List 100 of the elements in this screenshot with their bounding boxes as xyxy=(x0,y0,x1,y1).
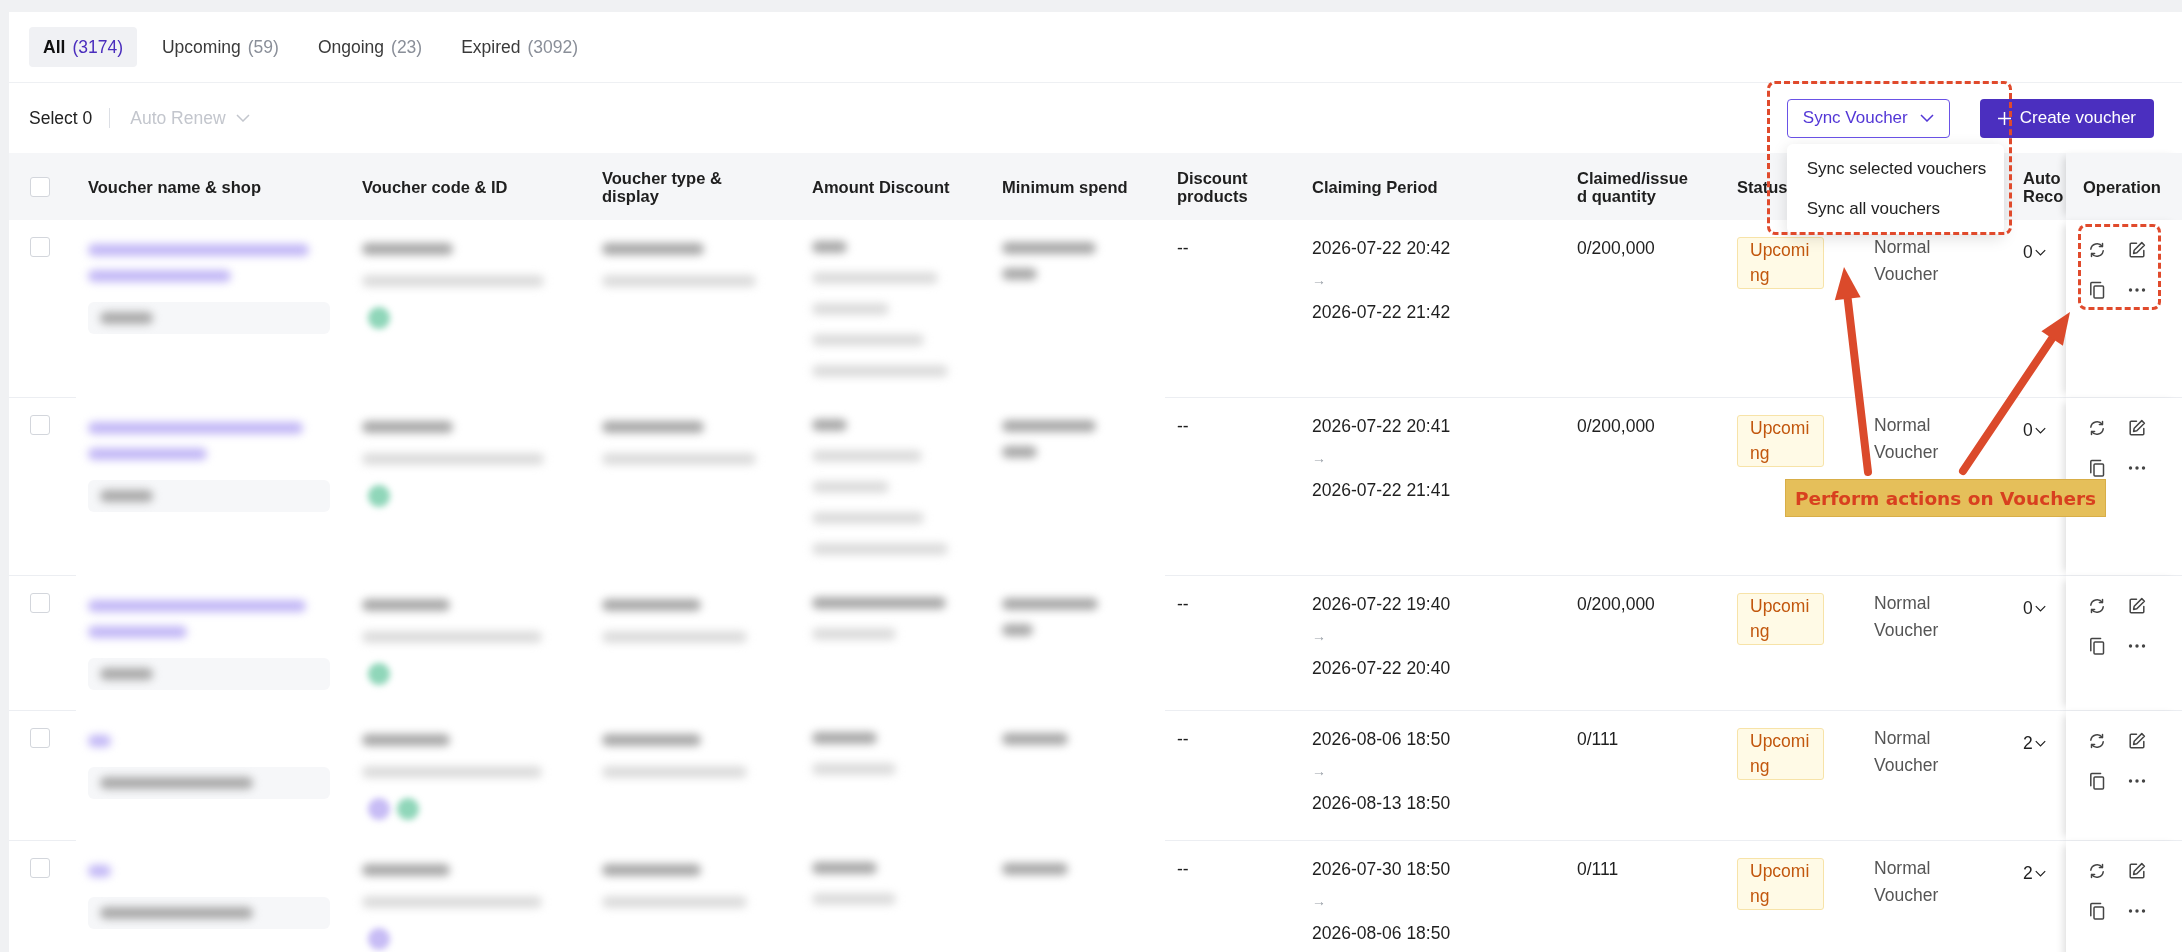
blurred-text xyxy=(100,490,153,502)
auto-renew-select[interactable]: 0 xyxy=(2023,414,2046,446)
sync-icon[interactable] xyxy=(2087,596,2107,616)
checkbox[interactable] xyxy=(30,415,50,435)
chevron-down-icon xyxy=(2034,604,2046,612)
column-header: Voucher name & shop xyxy=(88,177,261,196)
claim-start-time: 2026-07-22 20:42 xyxy=(1312,237,1451,260)
checkbox[interactable] xyxy=(30,858,50,878)
blurred-text xyxy=(812,862,877,874)
blurred-text xyxy=(812,732,877,744)
chevron-down-icon xyxy=(2034,869,2046,877)
claim-start-time: 2026-08-06 18:50 xyxy=(1312,728,1451,751)
voucher-type-text: Normal Voucher xyxy=(1874,857,1940,907)
sync-icon[interactable] xyxy=(2087,861,2107,881)
claimed-quantity: 0/111 xyxy=(1577,729,1619,749)
tab[interactable]: Expired (3092) xyxy=(447,27,593,67)
edit-icon[interactable] xyxy=(2127,861,2147,881)
chevron-down-icon xyxy=(2034,739,2046,747)
auto-renew-select[interactable]: 0 xyxy=(2023,592,2046,624)
voucher-type-text: Normal Voucher xyxy=(1874,727,1940,777)
copy-icon[interactable] xyxy=(2087,901,2107,921)
discount-products-value: -- xyxy=(1177,859,1189,879)
claim-end-time: 2026-08-13 18:50 xyxy=(1312,792,1451,815)
period-arrow: → xyxy=(1312,449,1326,468)
auto-renew-select[interactable]: 0 xyxy=(2023,236,2046,268)
copy-icon[interactable] xyxy=(2087,771,2107,791)
plus-icon xyxy=(1997,111,2011,125)
claim-end-time: 2026-07-22 21:42 xyxy=(1312,301,1451,324)
menu-item[interactable]: Sync selected vouchers xyxy=(1786,148,2004,189)
status-badge: Upcoming xyxy=(1737,415,1824,467)
blurred-text xyxy=(812,419,847,431)
blurred-dot-icon xyxy=(368,663,390,685)
column-header: Voucher code & ID xyxy=(362,177,508,196)
sync-voucher-button[interactable]: Sync Voucher xyxy=(1786,98,1950,138)
blurred-text xyxy=(100,668,153,680)
blurred-text xyxy=(1002,863,1068,875)
selection-count: Select 0 xyxy=(29,107,93,129)
create-voucher-button[interactable]: Create voucher xyxy=(1979,98,2154,138)
voucher-type-text: Normal Voucher xyxy=(1874,592,1940,642)
claim-start-time: 2026-07-22 19:40 xyxy=(1312,593,1451,616)
tab[interactable]: All (3174) xyxy=(29,27,137,67)
discount-products-value: -- xyxy=(1177,416,1189,436)
copy-icon[interactable] xyxy=(2087,458,2107,478)
chevron-down-icon xyxy=(2034,248,2046,256)
column-header: Minimum spend xyxy=(1002,177,1128,196)
status-badge: Upcoming xyxy=(1737,593,1824,645)
chevron-down-icon xyxy=(235,114,250,122)
copy-icon[interactable] xyxy=(2087,280,2107,300)
edit-icon[interactable] xyxy=(2127,418,2147,438)
discount-products-value: -- xyxy=(1177,729,1189,749)
sync-icon[interactable] xyxy=(2087,418,2107,438)
sync-icon[interactable] xyxy=(2087,240,2107,260)
auto-renew-select[interactable]: 2 xyxy=(2023,727,2046,759)
copy-icon[interactable] xyxy=(2087,636,2107,656)
tab[interactable]: Ongoing (23) xyxy=(303,27,437,67)
period-arrow: → xyxy=(1312,892,1326,911)
edit-icon[interactable] xyxy=(2127,731,2147,751)
claim-end-time: 2026-07-22 20:40 xyxy=(1312,657,1451,680)
blurred-text xyxy=(1002,733,1068,745)
status-badge: Upcoming xyxy=(1737,858,1824,910)
voucher-type-text: Normal Voucher xyxy=(1874,414,1940,464)
auto-renew-select[interactable]: 2 xyxy=(2023,857,2046,889)
column-header: Amount Discount xyxy=(812,177,950,196)
column-header: Status xyxy=(1737,177,1788,196)
blurred-dot-icon xyxy=(368,798,390,820)
voucher-type-text: Normal Voucher xyxy=(1874,236,1940,286)
blurred-text xyxy=(1002,268,1037,280)
column-header: Voucher type & display xyxy=(602,168,723,205)
checkbox[interactable] xyxy=(30,728,50,748)
annotation-label: Perform actions on Vouchers xyxy=(1785,479,2106,517)
blurred-text xyxy=(88,735,111,747)
blurred-text xyxy=(1002,446,1037,458)
tab[interactable]: Upcoming (59) xyxy=(147,27,293,67)
status-badge: Upcoming xyxy=(1737,728,1824,780)
blurred-text xyxy=(100,312,153,324)
checkbox[interactable] xyxy=(30,176,50,197)
blurred-dot-icon xyxy=(368,307,390,329)
blurred-text xyxy=(812,241,847,253)
claimed-quantity: 0/111 xyxy=(1577,859,1619,879)
menu-item[interactable]: Sync all vouchers xyxy=(1786,188,2004,229)
blurred-text xyxy=(1002,624,1033,636)
period-arrow: → xyxy=(1312,762,1326,781)
period-arrow: → xyxy=(1312,271,1326,290)
edit-icon[interactable] xyxy=(2127,596,2147,616)
status-badge: Upcoming xyxy=(1737,237,1824,289)
column-header: Discount products xyxy=(1177,168,1249,205)
claim-start-time: 2026-07-30 18:50 xyxy=(1312,858,1451,881)
blurred-dot-icon xyxy=(368,928,390,950)
blurred-text xyxy=(88,865,111,877)
checkbox[interactable] xyxy=(30,237,50,257)
chevron-down-icon xyxy=(2034,426,2046,434)
period-arrow: → xyxy=(1312,627,1326,646)
claimed-quantity: 0/200,000 xyxy=(1577,238,1655,258)
claim-end-time: 2026-07-22 21:41 xyxy=(1312,479,1451,502)
column-header: Claiming Period xyxy=(1312,177,1438,196)
column-header: Operation xyxy=(2083,177,2161,196)
checkbox[interactable] xyxy=(30,593,50,613)
claim-end-time: 2026-08-06 18:50 xyxy=(1312,922,1451,945)
sync-icon[interactable] xyxy=(2087,731,2107,751)
edit-icon[interactable] xyxy=(2127,240,2147,260)
